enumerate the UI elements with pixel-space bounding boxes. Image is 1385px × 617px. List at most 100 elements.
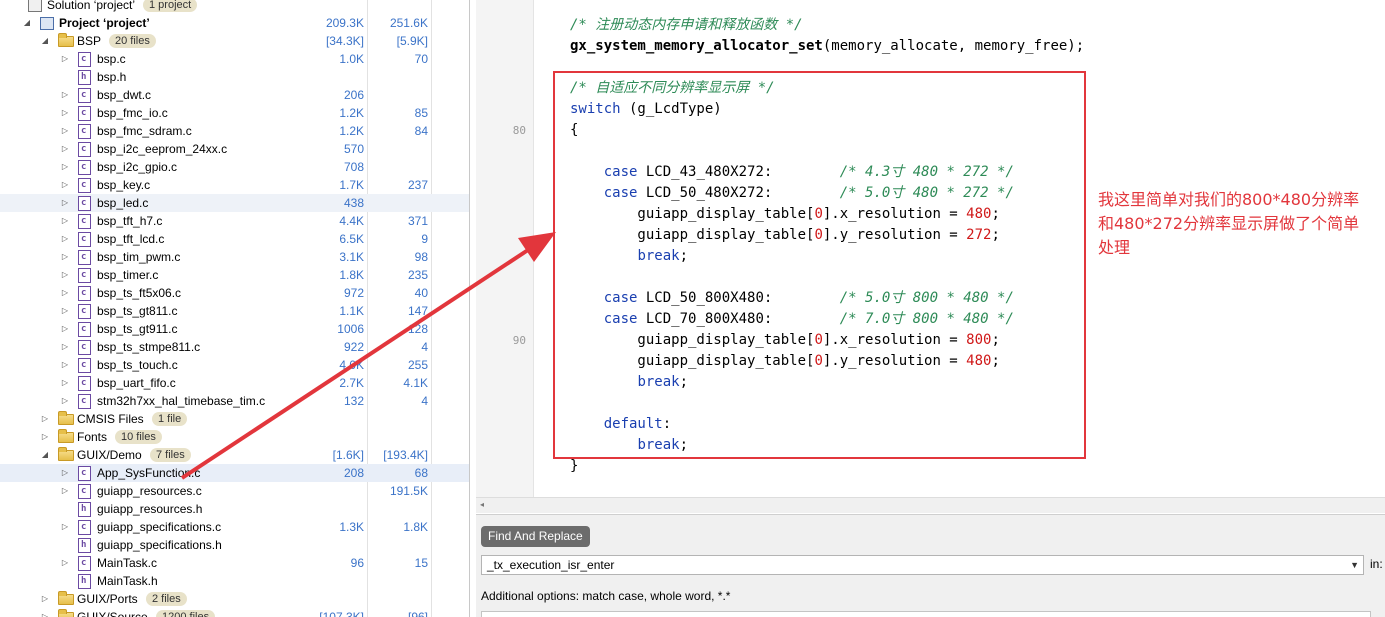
tree-file[interactable]: ▷ bsp_led.c 438 xyxy=(0,194,469,212)
expand-toggle-icon[interactable]: ▷ xyxy=(60,518,70,536)
tree-file[interactable]: ▷ bsp_i2c_eeprom_24xx.c 570 xyxy=(0,140,469,158)
tree-file[interactable]: MainTask.h xyxy=(0,572,469,590)
code-line: gx_system_memory_allocator_set(memory_al… xyxy=(570,36,1084,57)
tree-file[interactable]: ▷ guiapp_specifications.c 1.3K 1.8K xyxy=(0,518,469,536)
tree-file[interactable]: ▷ bsp_ts_touch.c 4.0K 255 xyxy=(0,356,469,374)
expand-toggle-icon[interactable]: ▷ xyxy=(60,248,70,266)
tree-file[interactable]: ▷ bsp_ts_stmpe811.c 922 4 xyxy=(0,338,469,356)
expand-toggle-icon[interactable]: ▷ xyxy=(60,194,70,212)
expand-toggle-icon[interactable]: ▷ xyxy=(60,176,70,194)
scroll-left-icon[interactable]: ◂ xyxy=(480,500,490,510)
expand-toggle-icon[interactable]: ▷ xyxy=(40,608,50,617)
tree-file[interactable]: ▷ bsp_ts_gt811.c 1.1K 147 xyxy=(0,302,469,320)
expand-toggle-icon[interactable]: ▷ xyxy=(60,356,70,374)
tree-file[interactable]: ▷ MainTask.c 96 15 xyxy=(0,554,469,572)
tree-item-label: bsp_tim_pwm.c xyxy=(97,250,181,264)
c-file-icon xyxy=(78,520,91,535)
tree-file[interactable]: ▷ bsp.c 1.0K 70 xyxy=(0,50,469,68)
expand-toggle-icon[interactable]: ▷ xyxy=(60,392,70,410)
tree-item-label: bsp_ts_ft5x06.c xyxy=(97,286,182,300)
collapse-toggle-icon[interactable]: ◢ xyxy=(40,32,50,50)
expand-toggle-icon[interactable]: ▷ xyxy=(60,86,70,104)
expand-toggle-icon[interactable]: ▷ xyxy=(60,320,70,338)
expand-toggle-icon[interactable]: ▷ xyxy=(60,302,70,320)
tree-solution[interactable]: Solution ‘project’ 1 project xyxy=(0,0,469,14)
data-size-value: [5.9K] xyxy=(396,34,428,48)
expand-toggle-icon[interactable]: ▷ xyxy=(60,284,70,302)
code-size-value: 132 xyxy=(343,394,364,408)
file-count-badge: 20 files xyxy=(109,34,156,48)
chevron-down-icon[interactable]: ▼ xyxy=(1350,556,1359,574)
tree-item-label: MainTask.h xyxy=(97,574,158,588)
tree-file[interactable]: ▷ bsp_fmc_io.c 1.2K 85 xyxy=(0,104,469,122)
expand-toggle-icon[interactable]: ▷ xyxy=(60,464,70,482)
tree-folder[interactable]: ▷ GUIX/Ports 2 files xyxy=(0,590,469,608)
tree-file[interactable]: ▷ bsp_ts_gt911.c 1006 128 xyxy=(0,320,469,338)
tree-folder[interactable]: ◢ BSP 20 files [34.3K] [5.9K] xyxy=(0,32,469,50)
collapse-toggle-icon[interactable]: ◢ xyxy=(22,14,32,32)
expand-toggle-icon[interactable]: ▷ xyxy=(40,410,50,428)
tree-file[interactable]: ▷ bsp_i2c_gpio.c 708 xyxy=(0,158,469,176)
code-size-value: 708 xyxy=(343,160,364,174)
h-file-icon xyxy=(78,574,91,589)
code-size-value: [107.3K] xyxy=(319,610,364,617)
tree-folder[interactable]: ◢ GUIX/Demo 7 files [1.6K] [193.4K] xyxy=(0,446,469,464)
tree-file[interactable]: ▷ bsp_uart_fifo.c 2.7K 4.1K xyxy=(0,374,469,392)
expand-toggle-icon[interactable]: ▷ xyxy=(60,212,70,230)
expand-toggle-icon[interactable]: ▷ xyxy=(60,374,70,392)
expand-toggle-icon[interactable]: ▷ xyxy=(60,266,70,284)
tree-folder[interactable]: ▷ Fonts 10 files xyxy=(0,428,469,446)
tree-item-label: App_SysFunction.c xyxy=(97,466,201,480)
highlight-box xyxy=(553,71,1086,459)
tree-file[interactable]: ▷ bsp_tft_lcd.c 6.5K 9 xyxy=(0,230,469,248)
c-file-icon xyxy=(78,196,91,211)
expand-toggle-icon[interactable]: ▷ xyxy=(60,50,70,68)
tree-file[interactable]: ▷ bsp_key.c 1.7K 237 xyxy=(0,176,469,194)
expand-toggle-icon[interactable]: ▷ xyxy=(40,428,50,446)
tree-file[interactable]: ▷ bsp_ts_ft5x06.c 972 40 xyxy=(0,284,469,302)
tree-file[interactable]: ▷ App_SysFunction.c 208 68 xyxy=(0,464,469,482)
code-size-value: 208 xyxy=(343,466,364,480)
code-size-value: 922 xyxy=(343,340,364,354)
expand-toggle-icon[interactable]: ▷ xyxy=(60,338,70,356)
tree-file[interactable]: ▷ bsp_tim_pwm.c 3.1K 98 xyxy=(0,248,469,266)
tree-file[interactable]: bsp.h xyxy=(0,68,469,86)
search-input[interactable]: _tx_execution_isr_enter ▼ xyxy=(481,555,1364,575)
tree-file[interactable]: ▷ stm32h7xx_hal_timebase_tim.c 132 4 xyxy=(0,392,469,410)
tree-file[interactable]: ▷ guiapp_resources.c 191.5K xyxy=(0,482,469,500)
tree-file[interactable]: ▷ bsp_timer.c 1.8K 235 xyxy=(0,266,469,284)
expand-toggle-icon[interactable]: ▷ xyxy=(60,230,70,248)
tree-item-label: bsp_fmc_sdram.c xyxy=(97,124,192,138)
data-size-value: 15 xyxy=(414,556,428,570)
tree-item-label: stm32h7xx_hal_timebase_tim.c xyxy=(97,394,266,408)
tree-item-label: Solution ‘project’ xyxy=(47,0,136,12)
expand-toggle-icon[interactable]: ▷ xyxy=(60,140,70,158)
code-size-value: 3.1K xyxy=(339,250,364,264)
tree-file[interactable]: guiapp_specifications.h xyxy=(0,536,469,554)
expand-toggle-icon[interactable]: ▷ xyxy=(60,122,70,140)
file-count-badge: 1 project xyxy=(143,0,198,12)
horizontal-scrollbar[interactable]: ◂ xyxy=(476,497,1385,513)
expand-toggle-icon[interactable]: ▷ xyxy=(60,104,70,122)
data-size-value: 1.8K xyxy=(403,520,428,534)
tree-item-label: GUIX/Demo xyxy=(77,448,142,462)
tree-file[interactable]: guiapp_resources.h xyxy=(0,500,469,518)
tree-file[interactable]: ▷ bsp_fmc_sdram.c 1.2K 84 xyxy=(0,122,469,140)
file-count-badge: 1 file xyxy=(152,412,188,426)
expand-toggle-icon[interactable]: ▷ xyxy=(40,590,50,608)
code-line: } xyxy=(570,456,578,477)
expand-toggle-icon[interactable]: ▷ xyxy=(60,554,70,572)
tree-file[interactable]: ▷ bsp_tft_h7.c 4.4K 371 xyxy=(0,212,469,230)
tree-project[interactable]: ◢ Project ‘project’ 209.3K 251.6K xyxy=(0,14,469,32)
tree-item-label: bsp_timer.c xyxy=(97,268,159,282)
tree-file[interactable]: ▷ bsp_dwt.c 206 xyxy=(0,86,469,104)
tree-folder[interactable]: ▷ GUIX/Source 1200 files [107.3K] [96] xyxy=(0,608,469,617)
data-size-value: 191.5K xyxy=(389,484,428,498)
file-count-badge: 7 files xyxy=(150,448,191,462)
expand-toggle-icon[interactable]: ▷ xyxy=(60,158,70,176)
expand-toggle-icon[interactable]: ▷ xyxy=(60,482,70,500)
find-replace-tab[interactable]: Find And Replace xyxy=(481,526,590,547)
collapse-toggle-icon[interactable]: ◢ xyxy=(40,446,50,464)
c-file-icon xyxy=(78,556,91,571)
tree-folder[interactable]: ▷ CMSIS Files 1 file xyxy=(0,410,469,428)
